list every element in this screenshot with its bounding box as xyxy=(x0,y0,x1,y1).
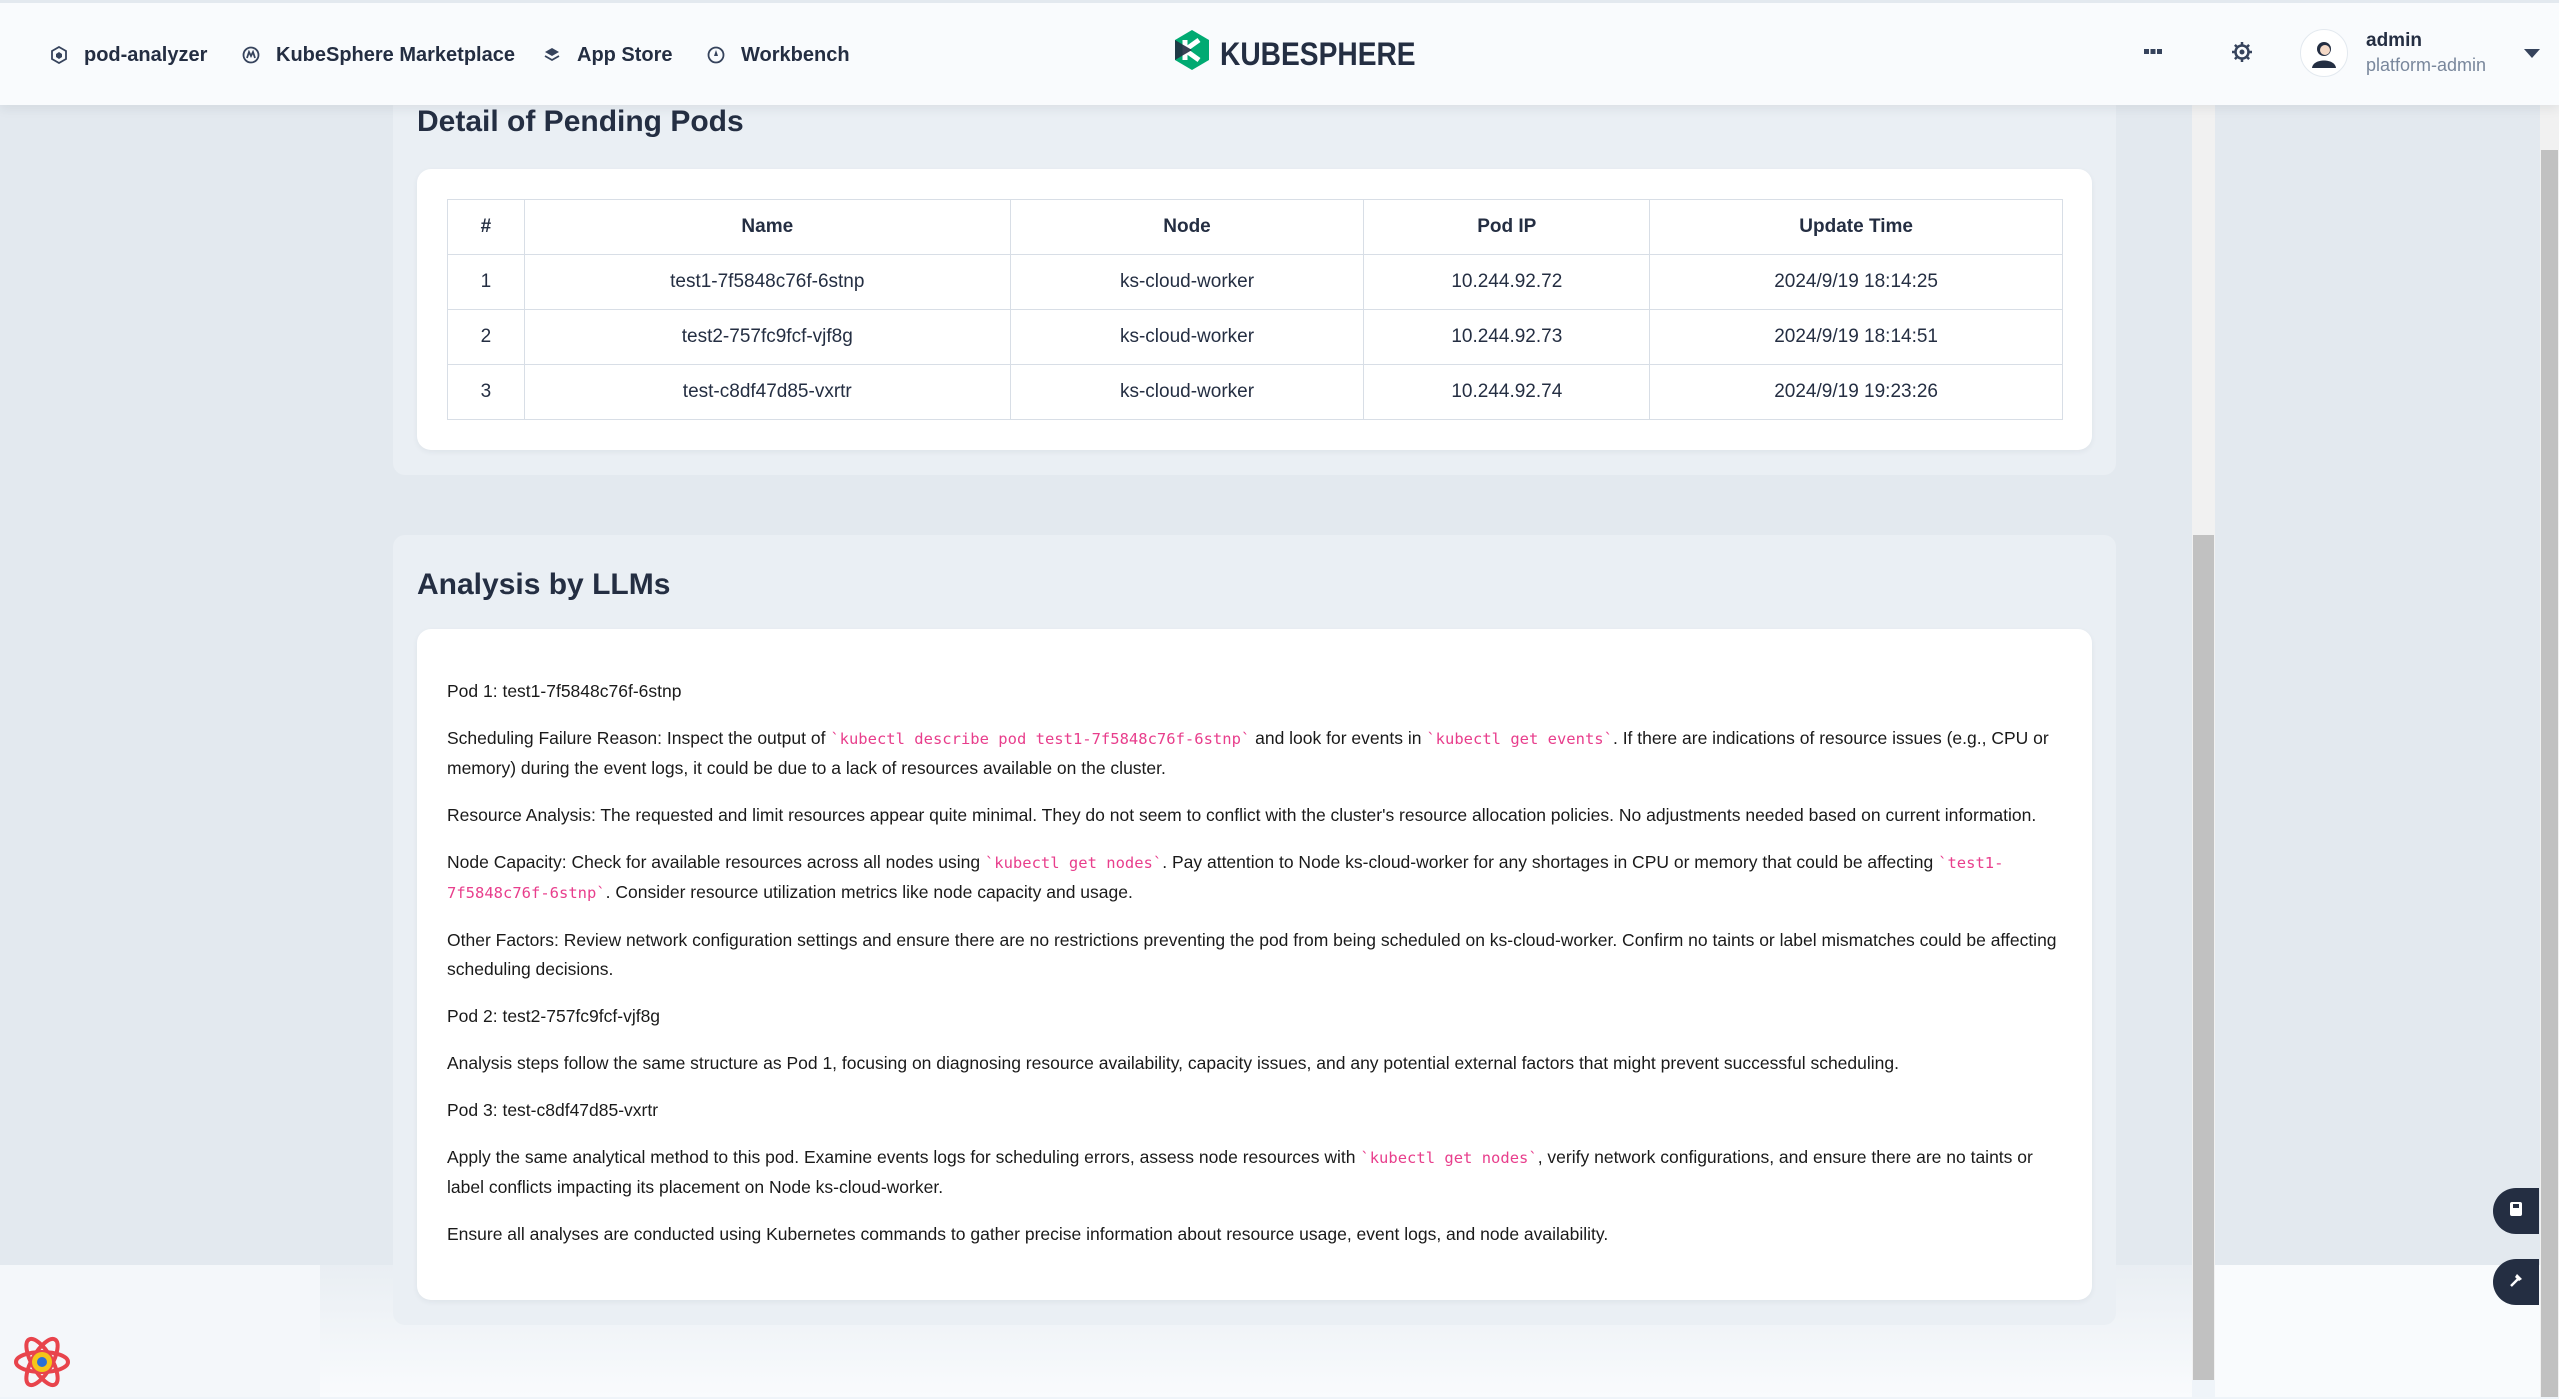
avatar xyxy=(2300,29,2348,77)
nav-item-workbench[interactable]: Workbench xyxy=(707,38,850,72)
kubesphere-logo[interactable]: KUBESPHERE xyxy=(1172,30,1442,78)
table-cell: 3 xyxy=(447,364,525,420)
table-row: 2 test2-757fc9fcf-vjf8g ks-cloud-worker … xyxy=(447,309,2063,365)
table-cell: ks-cloud-worker xyxy=(1009,364,1365,420)
table-cell: test-c8df47d85-vxrtr xyxy=(523,364,1011,420)
inline-code: `kubectl get nodes` xyxy=(1360,1149,1538,1167)
pending-pods-card: # Name Node Pod IP Update Time 1 test1-7… xyxy=(417,169,2092,450)
text-span: Scheduling Failure Reason: Inspect the o… xyxy=(447,728,831,748)
section-title: Detail of Pending Pods xyxy=(417,105,744,138)
analysis-paragraph: Other Factors: Review network configurat… xyxy=(447,930,2057,979)
analysis-paragraph: Pod 3: test-c8df47d85-vxrtr xyxy=(447,1100,659,1120)
analysis-paragraph: Ensure all analyses are conducted using … xyxy=(447,1224,1609,1244)
cube-icon xyxy=(50,45,68,65)
right-footer-area xyxy=(2215,1265,2540,1397)
react-logo-icon[interactable] xyxy=(10,1330,74,1394)
table-cell: ks-cloud-worker xyxy=(1009,254,1365,310)
nav-item-app-store[interactable]: App Store xyxy=(543,38,673,72)
column-header: Node xyxy=(1009,199,1365,255)
right-background xyxy=(2215,105,2540,1265)
text-span: and look for events in xyxy=(1250,728,1427,748)
analysis-paragraph: Resource Analysis: The requested and lim… xyxy=(447,805,2037,825)
settings-button[interactable] xyxy=(2222,34,2262,74)
inline-code: `kubectl describe pod test1-7f5848c76f-6… xyxy=(830,730,1251,748)
nav-item-label: Workbench xyxy=(741,43,850,66)
analysis-card: Pod 1: test1-7f5848c76f-6stnp Scheduling… xyxy=(417,629,2092,1300)
table-cell: 1 xyxy=(447,254,525,310)
user-avatar-icon xyxy=(2312,42,2336,68)
analysis-paragraph: Apply the same analytical method to this… xyxy=(447,1143,2072,1202)
page-scrollbar-thumb[interactable] xyxy=(2541,150,2558,1397)
section-title: Analysis by LLMs xyxy=(417,568,671,601)
kubesphere-logo-icon xyxy=(1172,28,1212,80)
analysis-paragraph: Analysis steps follow the same structure… xyxy=(447,1053,1899,1073)
column-header: Update Time xyxy=(1649,199,2063,255)
gear-icon xyxy=(2231,41,2253,68)
floating-tool-button[interactable] xyxy=(2493,1259,2539,1305)
table-cell: 2 xyxy=(447,309,525,365)
table-row: 1 test1-7f5848c76f-6stnp ks-cloud-worker… xyxy=(447,254,2063,310)
column-header: Pod IP xyxy=(1363,199,1651,255)
inline-code: `kubectl get nodes` xyxy=(984,854,1163,872)
analysis-paragraph: Node Capacity: Check for available resou… xyxy=(447,848,2072,908)
table-cell: 10.244.92.72 xyxy=(1363,254,1651,310)
inline-code: `kubectl get events` xyxy=(1426,730,1613,748)
apps-grid-button[interactable] xyxy=(2133,34,2173,74)
table-header-row: # Name Node Pod IP Update Time xyxy=(447,199,2063,255)
table-cell: 10.244.92.74 xyxy=(1363,364,1651,420)
text-span: Node Capacity: Check for available resou… xyxy=(447,852,985,872)
nav-item-marketplace[interactable]: KubeSphere Marketplace xyxy=(242,38,515,72)
analysis-paragraph: Pod 1: test1-7f5848c76f-6stnp xyxy=(447,681,682,701)
text-span: . Pay attention to Node ks-cloud-worker … xyxy=(1162,852,1939,872)
table-cell: 2024/9/19 18:14:51 xyxy=(1649,309,2063,365)
logo-text: KUBESPHERE xyxy=(1220,35,1416,72)
pending-pods-section: Detail of Pending Pods # Name Node Pod I… xyxy=(393,65,2116,475)
grid-icon xyxy=(2142,41,2164,68)
column-header: # xyxy=(447,199,525,255)
table-cell: test2-757fc9fcf-vjf8g xyxy=(523,309,1011,365)
column-header: Name xyxy=(523,199,1011,255)
floating-doc-button[interactable] xyxy=(2493,1188,2539,1234)
table-cell: 2024/9/19 19:23:26 xyxy=(1649,364,2063,420)
marketplace-icon xyxy=(242,46,260,64)
table-cell: 2024/9/19 18:14:25 xyxy=(1649,254,2063,310)
user-role: platform-admin xyxy=(2366,55,2487,75)
user-menu[interactable]: admin platform-admin xyxy=(2300,24,2541,82)
top-border xyxy=(0,0,2559,3)
text-span: . Consider resource utilization metrics … xyxy=(605,882,1133,902)
nav-item-label: pod-analyzer xyxy=(84,43,208,66)
nav-item-label: App Store xyxy=(577,43,673,66)
table-cell: 10.244.92.73 xyxy=(1363,309,1651,365)
nav-item-label: KubeSphere Marketplace xyxy=(276,43,515,66)
compass-icon xyxy=(707,46,725,64)
top-navbar: pod-analyzer KubeSphere Marketplace App … xyxy=(0,0,2559,105)
text-span: Apply the same analytical method to this… xyxy=(447,1147,1361,1167)
analysis-paragraph: Pod 2: test2-757fc9fcf-vjf8g xyxy=(447,1006,661,1026)
analysis-section: Analysis by LLMs Pod 1: test1-7f5848c76f… xyxy=(393,535,2116,1325)
nav-item-pod-analyzer[interactable]: pod-analyzer xyxy=(50,38,207,72)
content-scrollbar-thumb[interactable] xyxy=(2193,535,2214,1380)
document-icon xyxy=(2507,1200,2525,1223)
chevron-down-icon xyxy=(2524,48,2541,58)
analysis-paragraph: Scheduling Failure Reason: Inspect the o… xyxy=(447,724,2072,783)
table-cell: test1-7f5848c76f-6stnp xyxy=(523,254,1011,310)
user-name: admin xyxy=(2366,30,2422,51)
table-cell: ks-cloud-worker xyxy=(1009,309,1365,365)
table-row: 3 test-c8df47d85-vxrtr ks-cloud-worker 1… xyxy=(447,364,2063,420)
analysis-text: Pod 1: test1-7f5848c76f-6stnp Scheduling… xyxy=(447,677,2072,1267)
stack-icon xyxy=(543,46,561,64)
hammer-icon xyxy=(2507,1271,2525,1294)
pending-pods-table: # Name Node Pod IP Update Time 1 test1-7… xyxy=(447,199,2063,420)
